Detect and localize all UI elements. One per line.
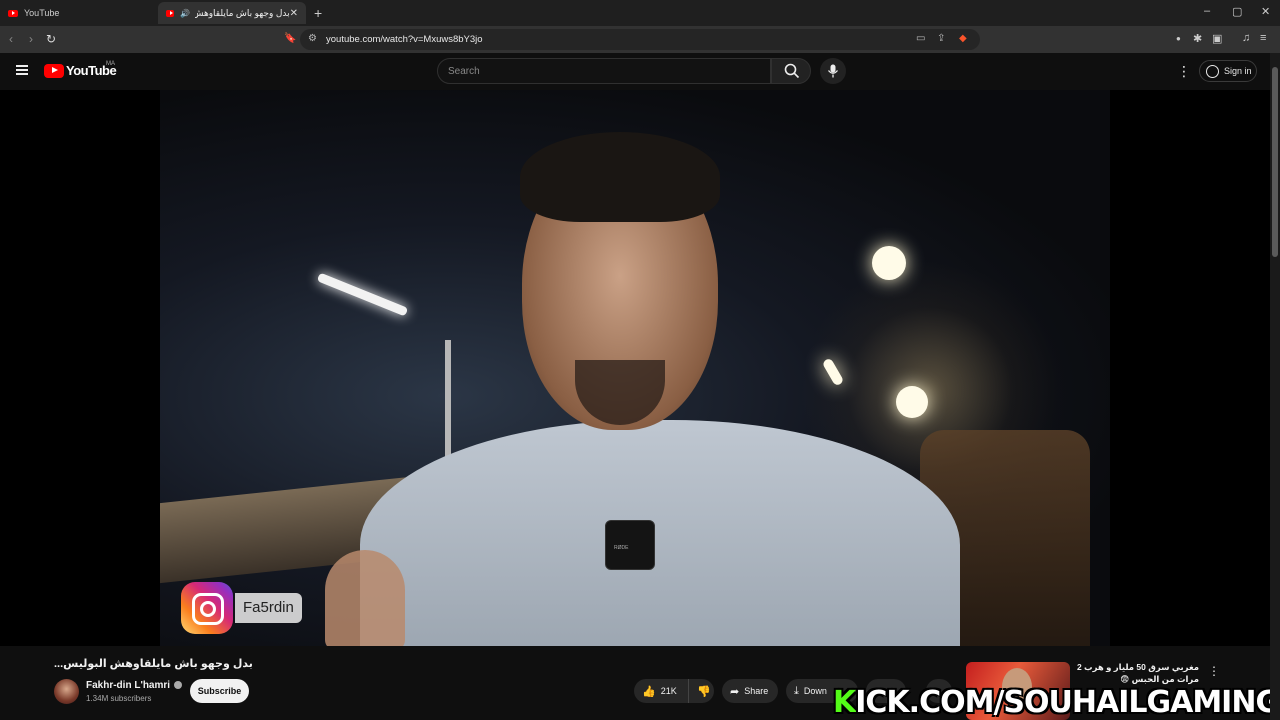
video-player[interactable]: RØDE [0,90,1270,646]
channel-name[interactable]: Fakhr-din L'hamri [86,680,183,691]
browser-menu-icon[interactable]: ≡ [1260,32,1266,44]
media-icon[interactable]: ♫ [1242,32,1250,44]
bookmark-icon[interactable]: 🔖 [284,33,296,44]
thumbs-up-icon: 👍 [642,685,656,698]
reload-icon[interactable]: ↻ [46,32,56,46]
restore-icon[interactable]: ▢ [1232,5,1242,18]
extensions-icon[interactable]: ✱ [1193,32,1202,45]
light-bulb [896,386,928,418]
rewards-icon[interactable]: ● [1176,34,1181,43]
mic-brand: RØDE [614,545,629,551]
like-count: 21K [660,686,677,696]
channel-name-text: Fakhr-din L'hamri [86,680,171,691]
instagram-icon [181,582,233,634]
country-code: MA [106,61,115,67]
guide-menu-icon[interactable] [16,65,28,75]
recommended-video-title[interactable]: مغربي سرق 50 مليار و هرب 2 مرات من الحبس… [1074,662,1199,686]
tab-video[interactable]: 🔊 بدل وجهو باش مايلقاوهش البو ✕ [158,2,306,24]
presenter-sweater [360,420,960,646]
download-icon: ⤓ [794,684,799,697]
youtube-favicon-icon [166,9,175,17]
desk-lamp [316,272,409,317]
thumbs-down-icon: 👎 [697,685,711,698]
search-icon [784,63,800,79]
instagram-overlay: Fa5rdin [181,582,302,634]
new-tab-button[interactable]: + [314,5,322,21]
close-window-icon[interactable]: ✕ [1261,5,1270,18]
tab-youtube[interactable]: YouTube [0,2,150,24]
youtube-favicon-icon [8,9,18,17]
youtube-header: YouTube MA Search ⋮ Sign in [0,53,1280,90]
tab-label: YouTube [24,8,60,18]
tab-label: بدل وجهو باش مايلقاوهش البو [195,7,290,18]
wallet-icon[interactable]: ▣ [1212,32,1222,45]
subscribe-button[interactable]: Subscribe [190,679,249,703]
video-frame: RØDE [160,90,1110,646]
download-label: Down [803,686,827,696]
recommendation-menu-icon[interactable]: ⋮ [1208,664,1220,678]
cast-icon[interactable]: ▭ [916,33,925,44]
presenter-hand [325,550,405,646]
microphone-icon [827,64,839,78]
sign-in-label: Sign in [1224,66,1252,76]
url-field[interactable]: ⚙ youtube.com/watch?v=Mxuws8bY3jo ▭ ⇪ ◆ [300,29,980,50]
presenter-hair [520,132,720,222]
search-button[interactable] [771,58,811,84]
watermark-text: ICK.COM/SOUHAILGAMING [855,685,1280,720]
share-button[interactable]: ➦ Share [722,679,778,703]
stream-watermark: KICK.COM/SOUHAILGAMING [833,685,1280,720]
youtube-play-icon [44,63,64,78]
channel-avatar[interactable] [54,679,79,704]
back-icon[interactable]: ‹ [9,32,13,46]
verified-icon [174,681,183,690]
video-title: ...بدل وجهو باش مايلقاوهش البوليس [54,658,253,670]
instagram-handle: Fa5rdin [235,593,302,623]
share-icon: ➦ [730,685,740,698]
share-page-icon[interactable]: ⇪ [937,33,945,44]
watermark-k: K [833,685,856,720]
dislike-button[interactable]: 👎 [688,679,714,703]
scrollbar-thumb[interactable] [1272,67,1278,257]
url-text: youtube.com/watch?v=Mxuws8bY3jo [326,34,483,45]
search-input[interactable]: Search [437,58,771,84]
like-button[interactable]: 👍 21K [634,679,688,703]
address-bar: ‹ › ↻ 🔖 ⚙ youtube.com/watch?v=Mxuws8bY3j… [0,26,1280,53]
forward-icon[interactable]: › [29,32,33,46]
lamp-pole [445,340,451,470]
site-info-icon[interactable]: ⚙ [308,33,317,44]
brave-shield-icon[interactable]: ◆ [959,33,967,44]
account-icon [1206,64,1219,78]
share-label: Share [744,686,769,696]
subscriber-count: 1.34M subscribers [86,694,152,703]
minimize-icon[interactable]: – [1204,5,1210,17]
voice-search-button[interactable] [820,58,846,84]
search-placeholder: Search [448,66,480,77]
lapel-microphone: RØDE [605,520,655,570]
page-scrollbar[interactable] [1270,53,1280,720]
browser-tab-bar: YouTube 🔊 بدل وجهو باش مايلقاوهش البو ✕ … [0,0,1280,26]
sign-in-button[interactable]: Sign in [1199,60,1257,82]
settings-kebab-icon[interactable]: ⋮ [1177,63,1191,80]
speaker-icon[interactable]: 🔊 [180,9,190,18]
light-bulb [872,246,906,280]
close-tab-icon[interactable]: ✕ [290,8,298,19]
